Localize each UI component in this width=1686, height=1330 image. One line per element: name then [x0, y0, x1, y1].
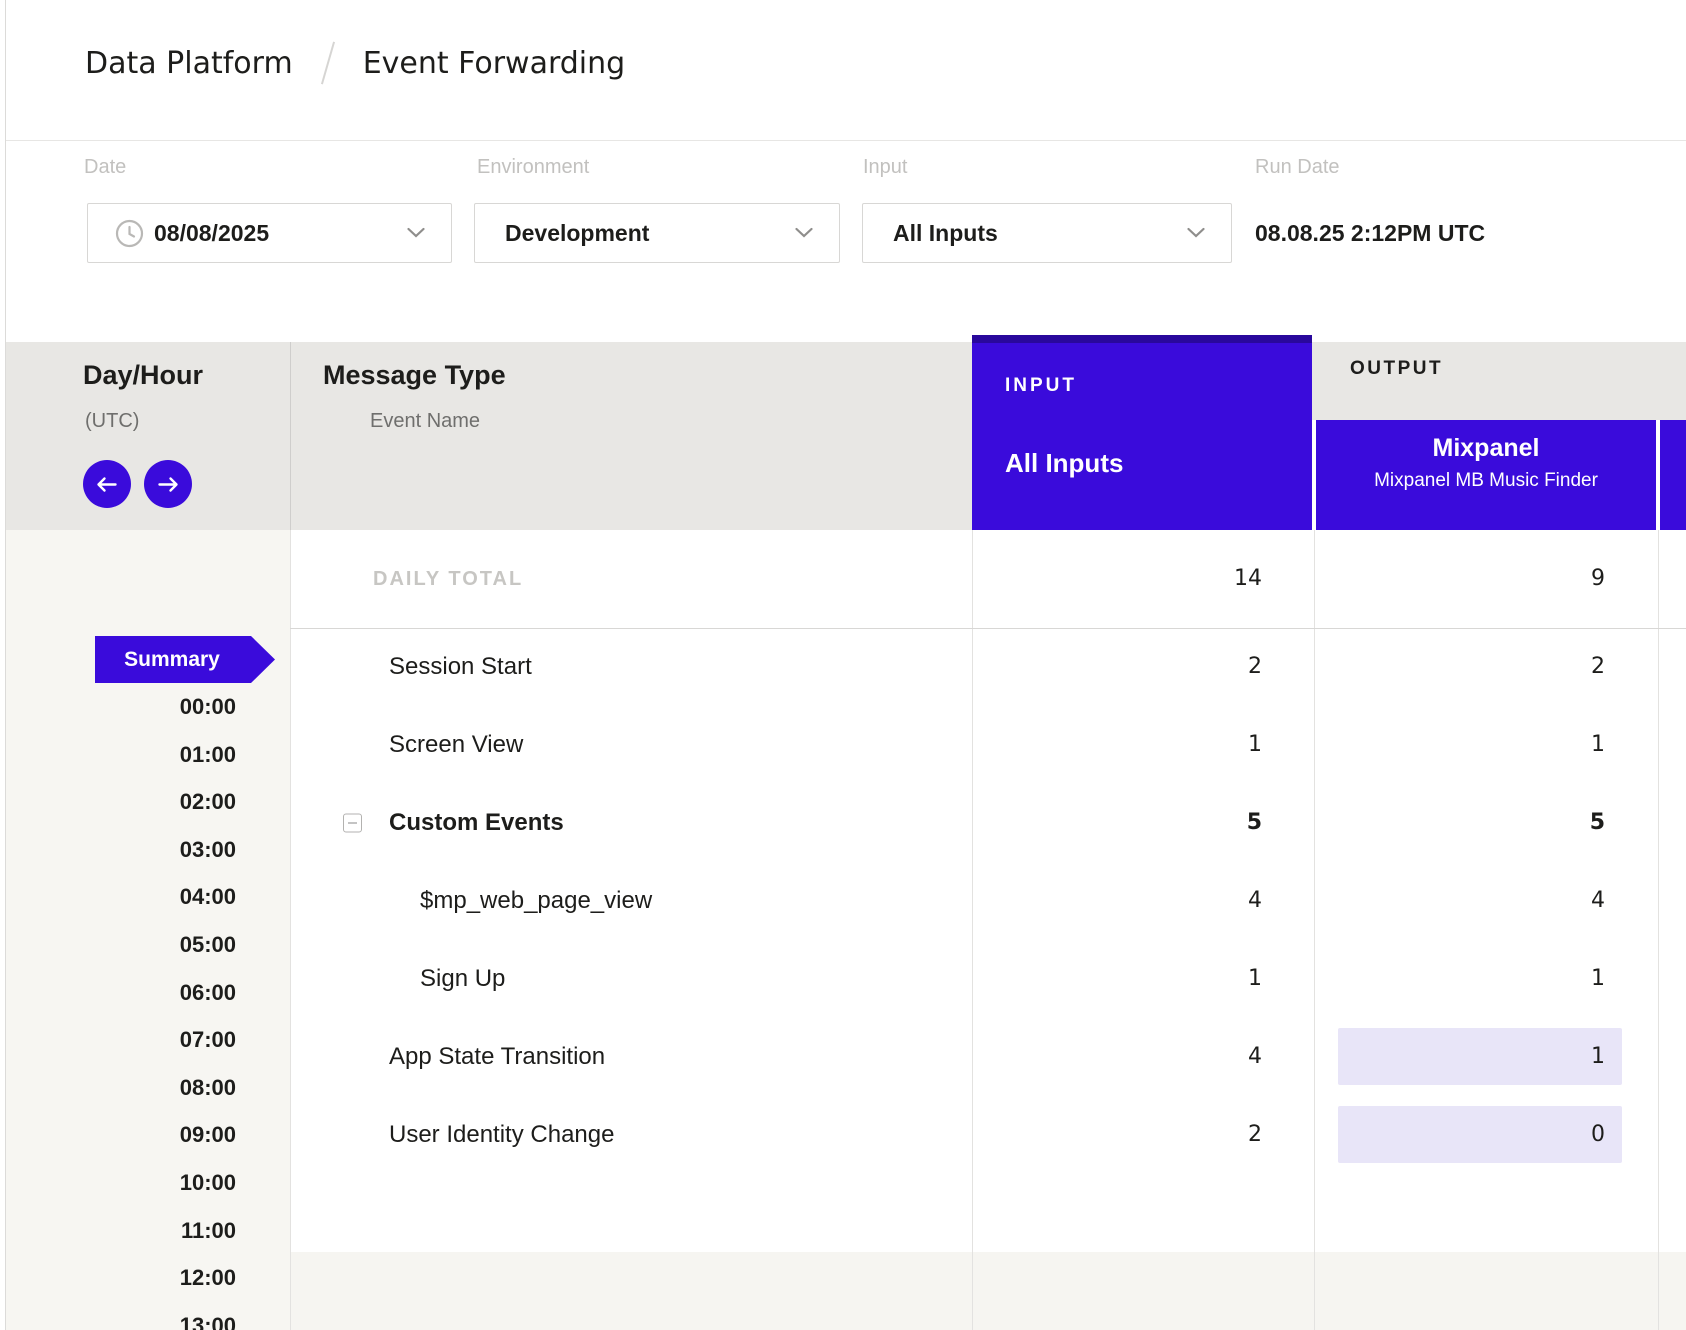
environment-dropdown[interactable]: Development [474, 203, 840, 263]
input-value: 1 [1248, 940, 1262, 1018]
input-value: 1 [1248, 706, 1262, 784]
output-value: 1 [1591, 940, 1605, 1018]
output-group-label: OUTPUT [1350, 358, 1443, 380]
output-value: 2 [1591, 628, 1605, 706]
run-date-label: Run Date [1255, 156, 1340, 179]
input-dropdown[interactable]: All Inputs [862, 203, 1232, 263]
input-value: 2 [1248, 1096, 1262, 1174]
output-value: 4 [1591, 862, 1605, 940]
time-row[interactable]: 09:00 [0, 1121, 236, 1149]
event-name-subtitle: Event Name [370, 410, 480, 433]
row-label: Screen View [389, 706, 523, 784]
breadcrumb-separator-icon [321, 42, 335, 85]
chevron-down-icon [795, 228, 813, 239]
input-value: 5 [1247, 784, 1262, 862]
time-row[interactable]: 03:00 [0, 836, 236, 864]
table-row: Custom Events 5 5 [0, 784, 1686, 862]
table-row: App State Transition 4 1 [0, 1018, 1686, 1096]
table-row: Screen View 1 1 [0, 706, 1686, 784]
input-filter-label: Input [863, 156, 907, 179]
clock-icon [115, 219, 144, 248]
row-label: User Identity Change [389, 1096, 614, 1174]
output-highlight-cell [1338, 1028, 1622, 1085]
next-output-column-partial [1656, 420, 1686, 530]
input-group-label: INPUT [1005, 375, 1077, 397]
breadcrumb: Data Platform Event Forwarding [85, 38, 625, 88]
output-value: 1 [1591, 706, 1605, 784]
row-label: Sign Up [420, 940, 505, 1018]
arrow-left-icon [95, 476, 119, 493]
collapse-toggle-icon[interactable] [343, 814, 362, 833]
time-row[interactable]: 01:00 [0, 741, 236, 769]
time-row[interactable]: 02:00 [0, 788, 236, 816]
time-row[interactable]: 12:00 [0, 1264, 236, 1292]
day-hour-subtitle: (UTC) [85, 410, 139, 433]
next-day-button[interactable] [144, 460, 192, 508]
time-row[interactable]: 06:00 [0, 979, 236, 1007]
time-row[interactable]: 00:00 [0, 693, 236, 721]
top-bar-divider [6, 140, 1686, 141]
date-filter-label: Date [84, 156, 126, 179]
row-label: Custom Events [389, 784, 564, 862]
table-row: $mp_web_page_view 4 4 [0, 862, 1686, 940]
breadcrumb-section[interactable]: Data Platform [85, 46, 293, 81]
input-dropdown-value: All Inputs [893, 220, 998, 247]
daily-total-output-value: 9 [1591, 530, 1605, 628]
chevron-down-icon [407, 228, 425, 239]
top-bar: Data Platform Event Forwarding [6, 0, 1686, 140]
message-type-header: Message Type [323, 360, 506, 391]
time-row[interactable]: 13:00 [0, 1312, 236, 1330]
time-row[interactable]: 08:00 [0, 1074, 236, 1102]
row-label: $mp_web_page_view [420, 862, 652, 940]
arrow-right-icon [156, 476, 180, 493]
time-row[interactable]: 10:00 [0, 1169, 236, 1197]
output-value: 1 [1591, 1018, 1605, 1096]
output-value: 0 [1591, 1096, 1605, 1174]
previous-day-button[interactable] [83, 460, 131, 508]
day-hour-header: Day/Hour [83, 360, 203, 391]
date-dropdown-value: 08/08/2025 [154, 220, 269, 247]
output-highlight-cell [1338, 1106, 1622, 1163]
input-value: 4 [1248, 1018, 1262, 1096]
environment-dropdown-value: Development [505, 220, 649, 247]
row-label: App State Transition [389, 1018, 605, 1096]
daily-total-label: DAILY TOTAL [373, 530, 523, 628]
breadcrumb-page-title: Event Forwarding [363, 46, 626, 81]
run-date-value: 08.08.25 2:12PM UTC [1255, 203, 1485, 263]
daily-total-row: DAILY TOTAL 14 9 [290, 530, 1686, 628]
event-forwarding-page: Data Platform Event Forwarding Date Envi… [0, 0, 1686, 1330]
output-value: 5 [1590, 784, 1605, 862]
environment-filter-label: Environment [477, 156, 589, 179]
chevron-down-icon [1187, 228, 1205, 239]
row-label: Session Start [389, 628, 532, 706]
table-row: User Identity Change 2 0 [0, 1096, 1686, 1174]
time-row[interactable]: 04:00 [0, 883, 236, 911]
mixpanel-column-title: Mixpanel [1316, 434, 1656, 463]
input-column-header[interactable]: INPUT All Inputs [972, 335, 1312, 530]
date-dropdown[interactable]: 08/08/2025 [87, 203, 452, 263]
summary-badge[interactable]: Summary [95, 636, 275, 683]
mixpanel-column-header[interactable]: Mixpanel Mixpanel MB Music Finder [1312, 420, 1656, 530]
daily-total-input-value: 14 [1234, 530, 1262, 628]
all-inputs-column-title: All Inputs [1005, 448, 1123, 479]
input-value: 4 [1248, 862, 1262, 940]
time-row[interactable]: 11:00 [0, 1217, 236, 1245]
input-value: 2 [1248, 628, 1262, 706]
time-row[interactable]: 07:00 [0, 1026, 236, 1054]
table-row: Sign Up 1 1 [0, 940, 1686, 1018]
mixpanel-column-subtitle: Mixpanel MB Music Finder [1316, 470, 1656, 492]
time-row[interactable]: 05:00 [0, 931, 236, 959]
table-footer-band [290, 1252, 1686, 1330]
